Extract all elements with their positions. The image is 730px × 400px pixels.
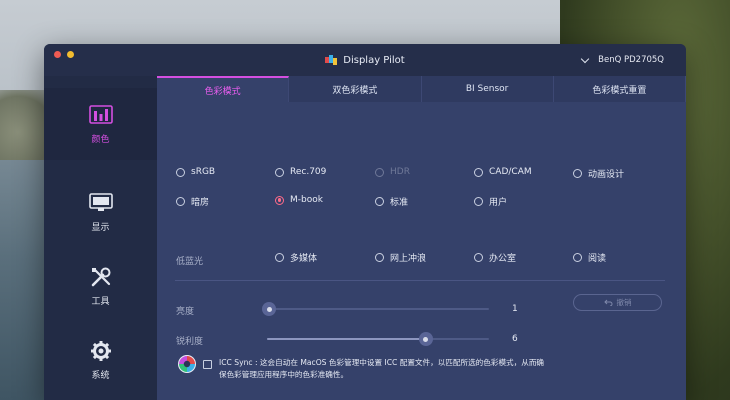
radio-multimedia[interactable]: 多媒体 <box>275 251 317 264</box>
radio-user[interactable]: 用户 <box>474 195 507 208</box>
low-blue-light-row: 多媒体 网上冲浪 办公室 阅读 <box>157 251 686 269</box>
radio-label: 多媒体 <box>290 254 318 264</box>
radio-m-book[interactable]: M-book <box>275 195 323 205</box>
sidebar-item-label: 颜色 <box>91 134 110 145</box>
icc-sync-logo-icon <box>178 355 196 373</box>
radio-circle <box>176 167 185 177</box>
radio-circle <box>375 197 384 206</box>
radio-label: Rec.709 <box>290 167 327 177</box>
radio-label: 阅读 <box>588 254 607 264</box>
sidebar-item-system[interactable]: 系统 <box>44 324 157 396</box>
sharpness-slider-thumb[interactable] <box>418 332 433 346</box>
section-divider <box>175 280 665 281</box>
radio-srgb[interactable]: sRGB <box>176 167 215 177</box>
icc-sync-description: ICC Sync : 这会自动在 MacOS 色彩管理中设置 ICC 配置文件，… <box>219 358 545 379</box>
radio-animation[interactable]: 动画设计 <box>573 167 624 180</box>
brightness-slider-thumb[interactable] <box>262 302 277 316</box>
undo-button[interactable]: 撤销 <box>573 294 662 311</box>
tab-bar: 色彩模式 双色彩模式 BI Sensor 色彩模式重置 <box>157 76 686 102</box>
radio-label: 暗房 <box>191 198 210 208</box>
radio-label: 标准 <box>390 198 409 208</box>
sidebar-item-label: 显示 <box>91 222 110 233</box>
radio-label: 动画设计 <box>588 170 625 180</box>
tools-icon <box>88 266 114 288</box>
radio-circle <box>474 197 483 206</box>
color-mode-row-2: 暗房 M-book 标准 用户 <box>157 195 686 213</box>
radio-circle <box>275 253 284 262</box>
brightness-slider-track[interactable] <box>267 308 489 310</box>
sharpness-label: 锐利度 <box>176 337 204 347</box>
color-bars-icon <box>88 104 114 126</box>
sidebar-item-label: 工具 <box>91 296 110 307</box>
undo-icon <box>603 299 612 306</box>
color-mode-row-1: sRGB Rec.709 HDR CAD/CAM 动画设计 <box>157 167 686 185</box>
radio-hdr: HDR <box>375 167 410 177</box>
radio-rec709[interactable]: Rec.709 <box>275 167 326 177</box>
title-bar: Display Pilot BenQ PD2705Q <box>44 44 686 76</box>
radio-circle <box>275 195 284 205</box>
tab-color-mode[interactable]: 色彩模式 <box>157 76 290 102</box>
radio-label: HDR <box>390 167 410 177</box>
monitor-icon <box>88 192 114 214</box>
radio-standard[interactable]: 标准 <box>375 195 408 208</box>
app-title: Display Pilot <box>343 54 405 66</box>
display-pilot-logo-icon <box>325 55 338 65</box>
undo-label: 撤销 <box>616 298 632 307</box>
monitor-name: BenQ PD2705Q <box>598 55 664 65</box>
radio-label: CAD/CAM <box>489 167 532 177</box>
radio-label: 用户 <box>489 198 508 208</box>
radio-circle <box>275 167 284 177</box>
tab-dual-color-mode[interactable]: 双色彩模式 <box>289 76 422 102</box>
icc-sync-checkbox[interactable] <box>203 360 212 369</box>
radio-label: M-book <box>290 195 323 205</box>
brightness-value: 1 <box>512 304 518 314</box>
brightness-label: 亮度 <box>176 307 195 317</box>
radio-circle <box>573 253 582 262</box>
gear-icon <box>88 340 114 362</box>
radio-office[interactable]: 办公室 <box>474 251 516 264</box>
sidebar-item-label: 系统 <box>91 370 110 381</box>
sidebar-item-tools[interactable]: 工具 <box>44 250 157 322</box>
radio-reading[interactable]: 阅读 <box>573 251 606 264</box>
radio-circle <box>375 253 384 262</box>
radio-web-surfing[interactable]: 网上冲浪 <box>375 251 426 264</box>
radio-darkroom[interactable]: 暗房 <box>176 195 209 208</box>
monitor-selector[interactable]: BenQ PD2705Q <box>580 44 664 76</box>
sidebar: 颜色 显示 工具 系统 <box>44 76 157 400</box>
tab-bi-sensor[interactable]: BI Sensor <box>421 76 554 102</box>
radio-circle <box>474 167 483 177</box>
radio-cad-cam[interactable]: CAD/CAM <box>474 167 532 177</box>
radio-label: 办公室 <box>489 254 517 264</box>
sharpness-slider-fill <box>267 338 426 340</box>
chevron-down-icon <box>580 54 590 63</box>
sidebar-item-color[interactable]: 颜色 <box>44 88 157 160</box>
sidebar-item-display[interactable]: 显示 <box>44 176 157 248</box>
radio-circle <box>375 167 384 177</box>
sharpness-value: 6 <box>512 334 518 344</box>
tab-color-mode-reset[interactable]: 色彩模式重置 <box>553 76 686 102</box>
radio-circle <box>176 197 185 206</box>
radio-circle <box>474 253 483 262</box>
radio-label: sRGB <box>191 167 216 177</box>
main-panel: 色彩模式 双色彩模式 BI Sensor 色彩模式重置 sRGB Rec.709… <box>157 76 686 400</box>
radio-circle <box>573 169 582 178</box>
app-window: Display Pilot BenQ PD2705Q 颜色 显示 工具 系统 色… <box>44 44 686 400</box>
radio-label: 网上冲浪 <box>390 254 427 264</box>
